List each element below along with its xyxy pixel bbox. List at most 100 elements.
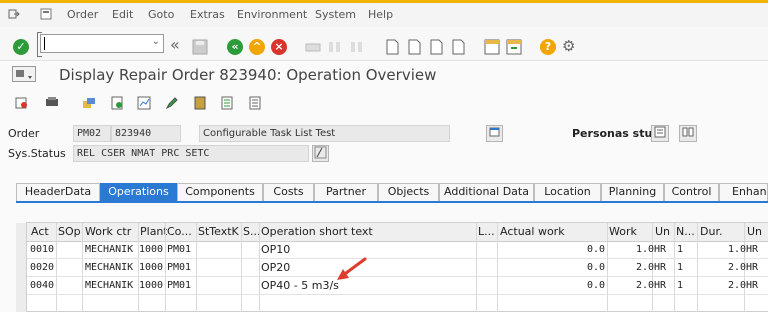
cell-actual-work[interactable]: 0.0	[560, 241, 605, 258]
list-export-icon[interactable]	[248, 96, 262, 110]
tab-enhancements[interactable]: Enhan	[719, 183, 768, 201]
help-icon[interactable]: ?	[540, 39, 556, 55]
book-icon[interactable]	[193, 96, 207, 110]
exit-up-icon[interactable]: ^	[249, 39, 265, 55]
order-detail-button[interactable]	[486, 125, 503, 142]
col-unit[interactable]: Un	[655, 223, 673, 241]
tab-planning[interactable]: Planning	[601, 183, 664, 201]
tab-costs[interactable]: Costs	[263, 183, 314, 201]
last-page-icon[interactable]	[450, 39, 466, 55]
shortcut-icon[interactable]	[506, 39, 522, 55]
col-work[interactable]: Work	[609, 223, 637, 241]
tab-control[interactable]: Control	[664, 183, 719, 201]
cell-actual-work[interactable]: 0.0	[560, 259, 605, 276]
personas-button-2[interactable]	[679, 125, 697, 142]
cell-dur[interactable]: 1.0	[700, 241, 746, 258]
col-s[interactable]: S...	[243, 223, 259, 241]
cell-dur-unit[interactable]: HR	[746, 259, 758, 276]
tab-objects[interactable]: Objects	[378, 183, 439, 201]
cancel-icon[interactable]: ×	[271, 39, 287, 55]
cell-unit[interactable]: HR	[654, 259, 666, 276]
cell-n[interactable]: 1	[677, 259, 683, 276]
enter-icon[interactable]: ✓	[13, 39, 29, 55]
chevron-down-icon[interactable]: ⌄	[152, 36, 160, 47]
exit-icon[interactable]	[8, 8, 20, 20]
col-dur-unit[interactable]: Un	[747, 223, 765, 241]
col-sttextk[interactable]: StTextK	[198, 223, 240, 241]
tab-location[interactable]: Location	[534, 183, 601, 201]
display-change-icon[interactable]	[15, 96, 29, 110]
cell-plant[interactable]: 1000	[139, 241, 163, 258]
col-divider	[476, 223, 477, 312]
objects-icon[interactable]	[82, 96, 96, 110]
new-session-icon[interactable]	[484, 39, 500, 55]
cell-work-ctr[interactable]: MECHANIK	[85, 259, 138, 276]
first-page-icon[interactable]	[384, 39, 400, 55]
prev-page-icon[interactable]	[406, 39, 422, 55]
col-co[interactable]: Co...	[167, 223, 196, 241]
menu-icon[interactable]	[40, 8, 52, 20]
cell-dur-unit[interactable]: HR	[746, 277, 758, 294]
col-actual-work[interactable]: Actual work	[500, 223, 580, 241]
cell-operation-text[interactable]: OP20	[261, 259, 290, 276]
cell-operation-text[interactable]: OP10	[261, 241, 290, 258]
cell-co[interactable]: PM01	[167, 259, 191, 276]
menu-extras[interactable]: Extras	[190, 8, 225, 21]
menu-environment[interactable]: Environment	[237, 8, 307, 21]
cell-act[interactable]: 0020	[30, 259, 54, 276]
cell-dur-unit[interactable]: HR	[746, 241, 758, 258]
personas-button-1[interactable]	[651, 125, 669, 142]
col-l[interactable]: L...	[478, 223, 496, 241]
hat-icon[interactable]	[45, 96, 59, 110]
order-type-field: PM02	[73, 125, 111, 142]
sap-menu-icon[interactable]	[12, 66, 36, 82]
cell-work-ctr[interactable]: MECHANIK	[85, 241, 138, 258]
gear-icon[interactable]: ⚙	[562, 38, 578, 54]
tab-partner[interactable]: Partner	[314, 183, 378, 201]
cell-plant[interactable]: 1000	[139, 259, 163, 276]
double-chevron-left-icon[interactable]: «	[170, 37, 186, 53]
col-plant[interactable]: Plant	[140, 223, 167, 241]
command-field[interactable]: ⌄	[37, 32, 164, 57]
cell-n[interactable]: 1	[677, 241, 683, 258]
cell-work[interactable]: 1.0	[615, 241, 654, 258]
cell-work[interactable]: 2.0	[615, 277, 654, 294]
cell-dur[interactable]: 2.0	[700, 277, 746, 294]
back-icon[interactable]: «	[227, 39, 243, 55]
cell-act[interactable]: 0010	[30, 241, 54, 258]
cell-unit[interactable]: HR	[654, 277, 666, 294]
tab-operations[interactable]: Operations	[100, 183, 177, 201]
menu-order[interactable]: Order	[67, 8, 98, 21]
tab-headerdata[interactable]: HeaderData	[16, 183, 100, 201]
print-icon	[305, 40, 321, 56]
cell-actual-work[interactable]: 0.0	[560, 277, 605, 294]
cell-co[interactable]: PM01	[167, 277, 191, 294]
cell-operation-text[interactable]: OP40 - 5 m3/s	[261, 277, 339, 294]
tab-components[interactable]: Components	[177, 183, 263, 201]
menu-edit[interactable]: Edit	[112, 8, 133, 21]
col-operation-short-text[interactable]: Operation short text	[261, 223, 471, 241]
col-act[interactable]: Act	[31, 223, 57, 241]
next-page-icon[interactable]	[428, 39, 444, 55]
col-n[interactable]: N...	[676, 223, 696, 241]
col-dur[interactable]: Dur.	[700, 223, 726, 241]
edit-pencil-icon[interactable]	[165, 96, 179, 110]
col-sop[interactable]: SOp	[58, 223, 82, 241]
cell-n[interactable]: 1	[677, 277, 683, 294]
menu-help[interactable]: Help	[368, 8, 393, 21]
cell-unit[interactable]: HR	[654, 241, 666, 258]
graph-icon[interactable]	[137, 96, 151, 110]
cell-work-ctr[interactable]: MECHANIK	[85, 277, 138, 294]
cell-dur[interactable]: 2.0	[700, 259, 746, 276]
list-icon[interactable]	[220, 96, 234, 110]
cell-co[interactable]: PM01	[167, 241, 191, 258]
tab-additional-data[interactable]: Additional Data	[439, 183, 534, 201]
status-info-button[interactable]	[312, 145, 329, 162]
menu-goto[interactable]: Goto	[148, 8, 174, 21]
col-work-ctr[interactable]: Work ctr	[85, 223, 137, 241]
menu-system[interactable]: System	[315, 8, 356, 21]
cell-plant[interactable]: 1000	[139, 277, 163, 294]
cell-work[interactable]: 2.0	[615, 259, 654, 276]
cell-act[interactable]: 0040	[30, 277, 54, 294]
material-icon[interactable]	[110, 96, 124, 110]
